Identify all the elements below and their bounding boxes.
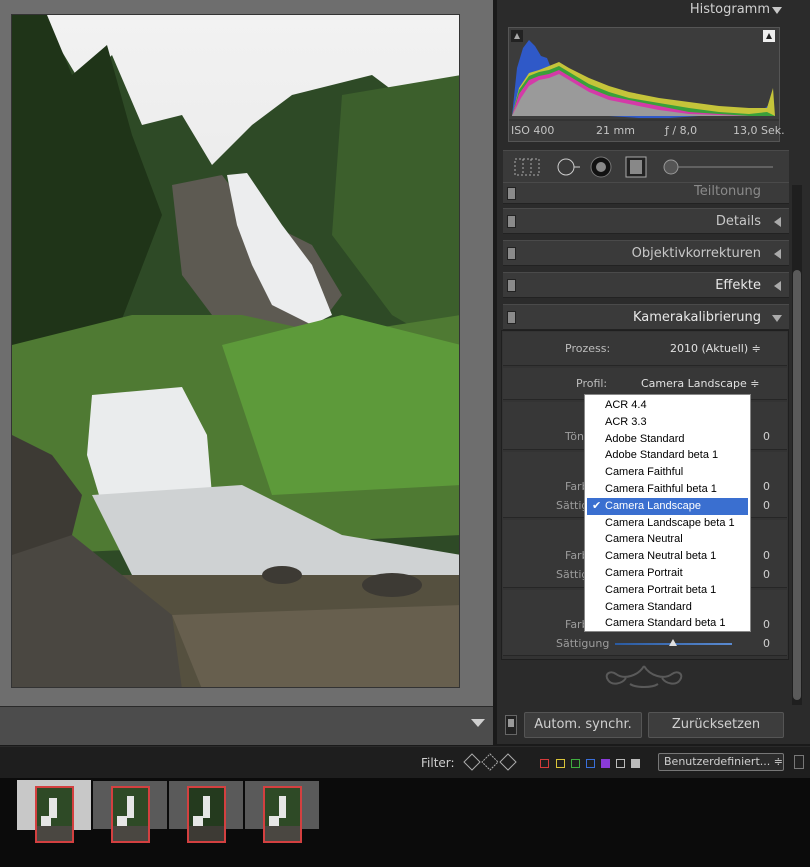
tool-strip-icons [514, 156, 773, 178]
profile-option[interactable]: Camera Faithful beta 1 [587, 481, 748, 498]
color-label-none[interactable] [631, 759, 640, 768]
slider-value[interactable]: 0 [763, 568, 770, 581]
flag-filter-icons[interactable] [462, 752, 520, 774]
exif-focal: 21 mm [596, 124, 635, 137]
panel-header-effekte[interactable]: Effekte [503, 272, 789, 298]
thumbnail[interactable] [263, 786, 302, 843]
filter-label: Filter: [421, 756, 455, 770]
disclosure-triangle-icon[interactable] [774, 281, 781, 291]
slider-value[interactable]: 0 [763, 430, 770, 443]
reset-button[interactable]: Zurücksetzen [648, 712, 784, 738]
panel-switch[interactable] [507, 187, 516, 200]
profile-select[interactable]: Camera Landscape ≑ [641, 377, 759, 390]
profile-option[interactable]: Camera Neutral [587, 531, 748, 548]
exif-aperture: ƒ / 8,0 [665, 124, 698, 137]
auto-sync-button[interactable]: Autom. synchr. [524, 712, 642, 738]
exif-shutter: 13,0 Sek. [733, 124, 785, 137]
main-photo[interactable] [11, 14, 460, 688]
color-label-yellow[interactable] [556, 759, 565, 768]
profile-option[interactable]: Camera Standard [587, 599, 748, 616]
checkmark-icon: ✔ [592, 499, 602, 512]
filmstrip-cell-selected[interactable] [17, 781, 91, 843]
profile-option[interactable]: Adobe Standard beta 1 [587, 447, 748, 464]
profile-option[interactable]: Camera Portrait [587, 565, 748, 582]
slider-label: Sättigung [556, 637, 610, 650]
profile-option[interactable]: ACR 4.4 [587, 397, 748, 414]
color-label-blue[interactable] [586, 759, 595, 768]
panel-header-kamerakalibrierung[interactable]: Kamerakalibrierung [503, 304, 789, 330]
slider-value[interactable]: 0 [763, 480, 770, 493]
panel-switch[interactable] [507, 215, 516, 228]
disclosure-triangle-icon[interactable] [774, 249, 781, 259]
panel-title: Kamerakalibrierung [632, 310, 761, 325]
exif-iso: ISO 400 [511, 124, 555, 137]
thumbnail[interactable] [111, 786, 150, 843]
thumbnail[interactable] [35, 786, 74, 843]
profile-option[interactable]: Camera Portrait beta 1 [587, 582, 748, 599]
crop-overlay-icon [514, 158, 540, 176]
slider-value[interactable]: 0 [763, 618, 770, 631]
red-eye-icon [590, 156, 612, 178]
profile-option[interactable]: Camera Standard beta 1 [587, 615, 748, 632]
color-label-green[interactable] [571, 759, 580, 768]
thumbnail[interactable] [187, 786, 226, 843]
filmstrip-cell[interactable] [169, 781, 243, 843]
disclosure-triangle-icon[interactable] [772, 315, 782, 322]
disclosure-triangle-icon[interactable] [774, 217, 781, 227]
histogram-title[interactable]: Histogramm [600, 2, 770, 17]
filter-preset-select[interactable]: Benutzerdefiniert... ≑ [658, 753, 784, 771]
triangle-down-icon[interactable] [471, 719, 485, 727]
panel-title: Details [715, 214, 761, 229]
graduated-filter-icon [625, 156, 647, 178]
profile-option[interactable]: Camera Faithful [587, 464, 748, 481]
process-label: Prozess: [565, 342, 611, 355]
scrollbar-thumb[interactable] [793, 270, 801, 700]
color-label-red[interactable] [540, 759, 549, 768]
slider-value[interactable]: 0 [763, 637, 770, 650]
color-label-purple[interactable] [601, 759, 610, 768]
panel-header-teiltonung[interactable]: Teiltonung [503, 182, 789, 204]
profile-option[interactable]: ACR 3.3 [587, 414, 748, 431]
slider-thumb[interactable] [669, 639, 677, 646]
tool-strip [503, 150, 789, 184]
panel-switch[interactable] [507, 311, 516, 324]
profile-option[interactable]: Adobe Standard [587, 431, 748, 448]
panel-header-details[interactable]: Details [503, 208, 789, 234]
filmstrip-cell[interactable] [245, 781, 319, 843]
profile-dropdown-menu: ACR 4.4 ACR 3.3 Adobe Standard Adobe Sta… [584, 394, 751, 632]
panel-switch[interactable] [507, 247, 516, 260]
sync-toggle-switch[interactable] [505, 715, 517, 735]
panel-end-ornament-icon [605, 665, 683, 688]
profile-option[interactable]: Camera Neutral beta 1 [587, 548, 748, 565]
image-view-toolbar [0, 706, 493, 745]
profile-option-selected[interactable]: ✔ Camera Landscape [587, 497, 748, 515]
profile-label: Profil: [576, 377, 608, 390]
adjustment-brush-icon [663, 159, 773, 175]
panel-title: Teiltonung [694, 184, 761, 199]
spot-removal-icon [557, 158, 580, 176]
process-select[interactable]: 2010 (Aktuell) ≑ [670, 342, 761, 355]
panel-switch[interactable] [507, 279, 516, 292]
slider-value[interactable]: 0 [763, 499, 770, 512]
waterfall-photo [12, 15, 459, 687]
slider-value[interactable]: 0 [763, 549, 770, 562]
filter-lock-switch[interactable] [794, 755, 804, 769]
filmstrip-cell[interactable] [93, 781, 167, 843]
color-label-custom[interactable] [616, 759, 625, 768]
triangle-down-icon[interactable] [772, 7, 782, 14]
panel-header-objektivkorrekturen[interactable]: Objektivkorrekturen [503, 240, 789, 266]
panel-title: Effekte [715, 278, 761, 293]
panel-title: Objektivkorrekturen [631, 246, 761, 261]
profile-option[interactable]: Camera Landscape beta 1 [587, 515, 748, 532]
